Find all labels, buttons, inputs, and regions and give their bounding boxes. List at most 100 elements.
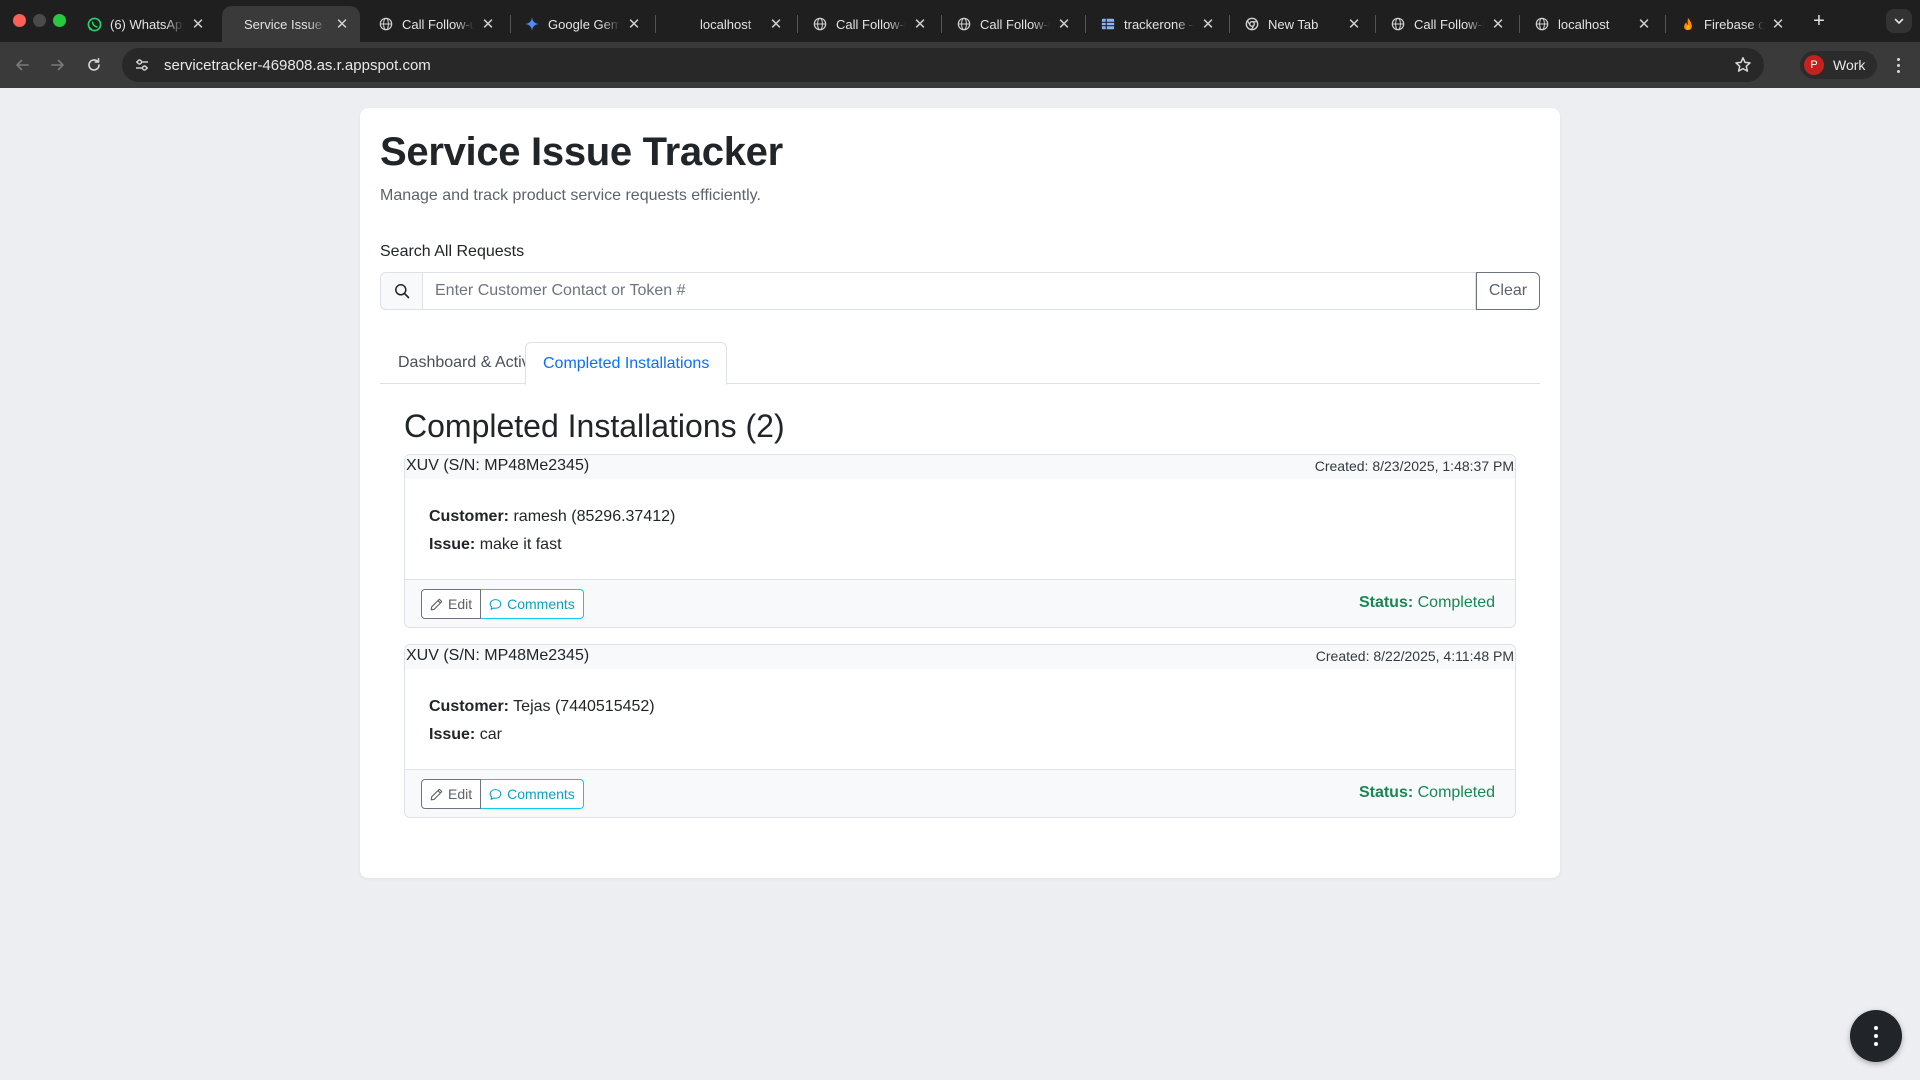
close-icon[interactable]: ✕ xyxy=(912,15,928,33)
request-actions: Edit Comments xyxy=(421,779,584,809)
search-input[interactable] xyxy=(422,272,1476,310)
dot-icon xyxy=(1874,1034,1878,1038)
floating-menu-button[interactable] xyxy=(1850,1010,1902,1062)
browser-toolbar: servicetracker-469808.as.r.appspot.com P… xyxy=(0,42,1920,88)
gemini-icon xyxy=(524,16,540,32)
request-created-date: Created: 8/22/2025, 4:11:48 PM xyxy=(1315,648,1514,664)
profile-button[interactable]: P Work xyxy=(1800,51,1878,79)
tab-title: New Tab xyxy=(1268,16,1319,32)
address-bar[interactable]: servicetracker-469808.as.r.appspot.com xyxy=(122,48,1764,82)
browser-tab-call-followup[interactable]: Call Follow-up ✕ xyxy=(1376,6,1516,42)
request-title: XUV (S/N: MP48Me2345) xyxy=(406,647,590,664)
pencil-icon xyxy=(430,598,443,610)
new-tab-plus-icon[interactable]: + xyxy=(1808,8,1830,34)
close-icon[interactable]: ✕ xyxy=(626,15,642,33)
status-value: Completed xyxy=(1417,784,1495,801)
back-arrow-icon[interactable] xyxy=(10,53,34,77)
browser-tab-trackerone[interactable]: trackerone – ✕ xyxy=(1086,6,1226,42)
close-icon[interactable]: ✕ xyxy=(1636,15,1652,33)
status-label: Status: xyxy=(1358,594,1414,611)
close-icon[interactable]: ✕ xyxy=(334,15,350,33)
request-card: XUV (S/N: MP48Me2345) Created: 8/22/2025… xyxy=(404,644,1516,818)
status-value: Completed xyxy=(1417,594,1495,611)
browser-menu-icon[interactable] xyxy=(1888,54,1908,76)
profile-label: Work xyxy=(1833,57,1866,73)
search-icon xyxy=(380,272,422,310)
close-icon[interactable]: ✕ xyxy=(1770,15,1786,33)
tab-title: Call Follow-up xyxy=(980,16,1050,32)
site-settings-icon[interactable] xyxy=(132,55,152,75)
customer-label: Customer: xyxy=(429,508,510,525)
globe-icon xyxy=(956,16,972,32)
browser-tab-call-followup[interactable]: Call Follow-up ✕ xyxy=(942,6,1082,42)
avatar: P xyxy=(1804,55,1824,75)
tab-title: localhost xyxy=(700,16,752,32)
globe-icon xyxy=(812,16,828,32)
request-header: XUV (S/N: MP48Me2345) Created: 8/23/2025… xyxy=(405,455,1515,479)
globe-icon xyxy=(1534,16,1550,32)
browser-tab-localhost[interactable]: localhost ✕ xyxy=(656,6,794,42)
request-card: XUV (S/N: MP48Me2345) Created: 8/23/2025… xyxy=(404,454,1516,628)
customer-label: Customer: xyxy=(429,698,510,715)
close-icon[interactable]: ✕ xyxy=(1346,15,1362,33)
issue-value: make it fast xyxy=(479,536,562,553)
close-icon[interactable]: ✕ xyxy=(1490,15,1506,33)
browser-tab-strip: (6) WhatsApp ✕ Service Issue Tracker ✕ C… xyxy=(0,0,1920,42)
tab-title: localhost xyxy=(1558,16,1610,32)
chat-bubble-icon xyxy=(489,788,502,800)
window-close-button[interactable] xyxy=(13,14,26,27)
browser-tab-call-followup[interactable]: Call Follow-up ✕ xyxy=(798,6,938,42)
customer-value: ramesh (85296.37412) xyxy=(513,508,676,525)
browser-tab-service-tracker[interactable]: Service Issue Tracker ✕ xyxy=(222,6,360,42)
clear-button[interactable]: Clear xyxy=(1476,272,1540,310)
browser-tab-new-tab[interactable]: New Tab ✕ xyxy=(1230,6,1372,42)
comments-button[interactable]: Comments xyxy=(481,589,584,619)
browser-tab-call-followup[interactable]: Call Follow-up ✕ xyxy=(364,6,506,42)
close-icon[interactable]: ✕ xyxy=(1200,15,1216,33)
close-icon[interactable]: ✕ xyxy=(190,15,206,33)
window-minimize-button[interactable] xyxy=(33,14,46,27)
bookmark-star-icon[interactable] xyxy=(1734,56,1752,74)
browser-tab-firebase[interactable]: Firebase console ✕ xyxy=(1666,6,1796,42)
address-url: servicetracker-469808.as.r.appspot.com xyxy=(164,56,431,74)
tab-completed-installations[interactable]: Completed Installations xyxy=(525,342,728,385)
tab-search-chevron-icon[interactable] xyxy=(1886,9,1912,33)
browser-tab-localhost[interactable]: localhost ✕ xyxy=(1520,6,1662,42)
tab-title: trackerone – xyxy=(1124,16,1194,32)
edit-button[interactable]: Edit xyxy=(421,589,482,619)
view-tabs: Dashboard & Active Completed Installatio… xyxy=(380,342,1540,385)
customer-value: Tejas (7440515452) xyxy=(513,698,655,715)
forward-arrow-icon[interactable] xyxy=(46,53,70,77)
edit-button[interactable]: Edit xyxy=(421,779,482,809)
browser-tab-gemini[interactable]: Google Gemini ✕ xyxy=(510,6,652,42)
page-title: Service Issue Tracker xyxy=(380,130,783,174)
request-footer: Edit Comments Status: Completed xyxy=(405,579,1515,627)
tab-title: Call Follow-up xyxy=(1414,16,1484,32)
reload-icon[interactable] xyxy=(82,53,106,77)
globe-icon xyxy=(1390,16,1406,32)
sheets-icon xyxy=(1100,16,1116,32)
comments-label: Comments xyxy=(507,596,575,612)
edit-label: Edit xyxy=(448,786,473,802)
section-title: Completed Installations (2) xyxy=(404,408,785,444)
status-badge: Status: Completed xyxy=(1359,784,1495,802)
whatsapp-icon xyxy=(86,16,102,32)
tab-title: Google Gemini xyxy=(548,16,620,32)
window-maximize-button[interactable] xyxy=(53,14,66,27)
browser-tab-whatsapp[interactable]: (6) WhatsApp ✕ xyxy=(72,6,216,42)
dot-icon xyxy=(1874,1026,1878,1030)
close-icon[interactable]: ✕ xyxy=(480,15,496,33)
search-group: Clear xyxy=(380,272,1540,310)
issue-value: car xyxy=(479,726,502,743)
comments-button[interactable]: Comments xyxy=(481,779,584,809)
issue-row: Issue: car xyxy=(429,721,655,749)
chrome-icon xyxy=(1244,16,1260,32)
search-label: Search All Requests xyxy=(380,243,525,260)
chat-bubble-icon xyxy=(489,598,502,610)
request-header: XUV (S/N: MP48Me2345) Created: 8/22/2025… xyxy=(405,645,1515,669)
globe-icon xyxy=(378,16,394,32)
close-icon[interactable]: ✕ xyxy=(768,15,784,33)
close-icon[interactable]: ✕ xyxy=(1056,15,1072,33)
tab-title: Service Issue Tracker xyxy=(244,16,328,32)
status-badge: Status: Completed xyxy=(1359,594,1495,612)
